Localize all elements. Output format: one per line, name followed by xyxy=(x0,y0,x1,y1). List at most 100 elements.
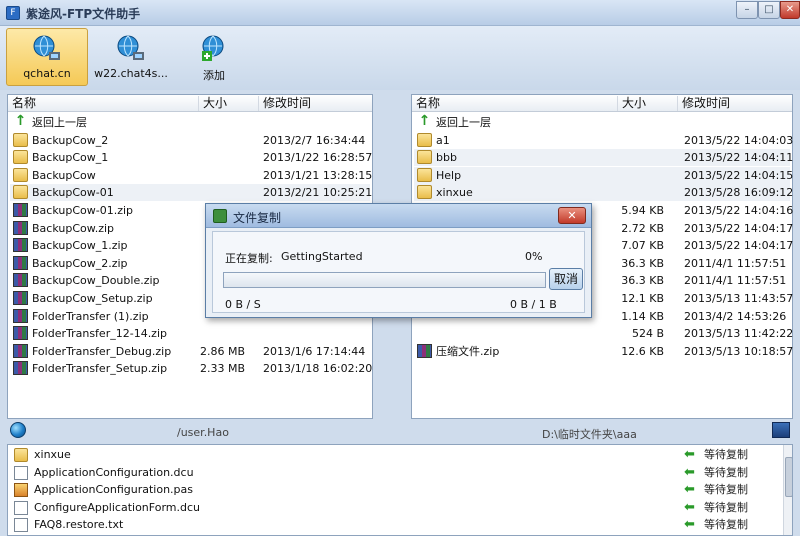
file-time: 2013/5/22 14:04:03 xyxy=(684,133,794,147)
file-row[interactable]: 524 B 2013/5/13 11:42:22 xyxy=(414,325,794,342)
file-copy-dialog: 文件复制 ✕ 正在复制: GettingStartedUsing 0% 取消 0… xyxy=(205,203,592,318)
queue-status: 等待复制 xyxy=(704,483,748,496)
file-time: 2013/5/13 11:42:22 xyxy=(684,327,794,341)
file-name: BackupCow-01 xyxy=(32,186,114,200)
go-up-row[interactable]: ↑ 返回上一层 xyxy=(10,114,370,131)
cancel-button[interactable]: 取消 xyxy=(549,268,583,290)
zip-archive-icon xyxy=(13,203,28,217)
up-label: 返回上一层 xyxy=(436,116,491,129)
queue-status: 等待复制 xyxy=(704,448,748,461)
file-time: 2013/5/22 14:04:16 xyxy=(684,204,794,217)
file-icon xyxy=(14,483,28,497)
folder-icon xyxy=(13,132,28,147)
zip-archive-icon xyxy=(13,343,28,358)
up-arrow-icon: ↑ xyxy=(418,113,431,129)
queue-row[interactable]: ApplicationConfiguration.pas ⬅ 等待复制 xyxy=(8,481,778,499)
folder-icon xyxy=(417,132,432,147)
file-size: 12.6 KB xyxy=(621,344,664,358)
remote-column-header: 名称 大小 修改时间 xyxy=(412,95,792,112)
connection-w22-button[interactable]: w22.chat4s... xyxy=(90,28,172,86)
col-size[interactable]: 大小 xyxy=(198,96,258,111)
file-size: 7.07 KB xyxy=(621,239,664,253)
local-path: /user.Hao xyxy=(177,426,229,439)
zip-archive-icon xyxy=(13,255,28,270)
zip-archive-icon xyxy=(13,273,28,288)
col-name[interactable]: 名称 xyxy=(412,96,617,111)
queue-row[interactable]: ApplicationConfiguration.dcu ⬅ 等待复制 xyxy=(8,464,778,482)
file-name: 压缩文件.zip xyxy=(436,344,500,358)
add-connection-button[interactable]: 添加 xyxy=(174,28,254,86)
file-row[interactable]: bbb 2013/5/22 14:04:11 xyxy=(414,149,793,167)
col-size[interactable]: 大小 xyxy=(617,96,677,111)
file-row[interactable]: BackupCow_1 2013/1/22 16:28:57 xyxy=(10,149,373,166)
dialog-close-button[interactable]: ✕ xyxy=(558,207,586,224)
folder-icon xyxy=(13,185,28,200)
file-time: 2013/5/13 10:18:57 xyxy=(684,344,794,358)
file-size: 1.14 KB xyxy=(621,309,664,323)
col-time[interactable]: 修改时间 xyxy=(677,96,792,111)
col-time[interactable]: 修改时间 xyxy=(258,96,372,111)
window-title: 紫途风-FTP文件助手 xyxy=(26,7,141,21)
toolbar: qchat.cn w22.chat4s... 添加 xyxy=(0,26,800,90)
dialog-title-bar: 文件复制 ✕ xyxy=(206,204,591,228)
go-up-row[interactable]: ↑ 返回上一层 xyxy=(414,114,790,131)
minimize-button[interactable]: – xyxy=(736,1,758,19)
file-row[interactable]: Help 2013/5/22 14:04:15 xyxy=(414,166,793,184)
file-row[interactable]: 压缩文件.zip 12.6 KB 2013/5/13 10:18:57 xyxy=(414,343,794,360)
file-time: 2013/1/6 17:14:44 xyxy=(263,344,366,358)
file-row[interactable]: FolderTransfer_Debug.zip 2.86 MB 2013/1/6 … xyxy=(10,343,370,360)
file-name: FolderTransfer_Setup.zip xyxy=(32,362,168,376)
copy-filename: GettingStartedUsing xyxy=(281,250,363,263)
queue-scrollbar[interactable] xyxy=(783,445,792,535)
file-row[interactable]: BackupCow 2013/1/21 13:28:15 xyxy=(10,167,372,184)
file-row[interactable]: FolderTransfer_12-14.zip xyxy=(10,325,370,342)
dialog-title: 文件复制 xyxy=(233,211,282,225)
pending-arrow-icon: ⬅ xyxy=(684,464,695,480)
file-row[interactable]: a1 2013/5/22 14:04:03 xyxy=(414,132,794,149)
file-row[interactable]: FolderTransfer_Setup.zip 2.33 MB 2013/1/18… xyxy=(10,360,372,377)
queue-row[interactable]: xinxue ⬅ 等待复制 xyxy=(8,446,778,464)
connection-label: qchat.cn xyxy=(23,67,71,80)
pending-arrow-icon: ⬅ xyxy=(684,517,695,532)
col-name[interactable]: 名称 xyxy=(8,96,198,111)
file-name: BackupCow_1.zip xyxy=(32,239,128,253)
file-time: 2013/2/7 16:34:44 xyxy=(263,133,366,147)
folder-icon xyxy=(13,167,28,182)
file-name: BackupCow_2 xyxy=(32,133,109,147)
app-icon: F xyxy=(6,6,20,20)
file-time: 2013/4/2 14:53:26 xyxy=(684,309,787,323)
file-row[interactable]: xinxue 2013/5/28 16:09:12 xyxy=(414,184,793,202)
file-row[interactable]: BackupCow_2 2013/2/7 16:34:44 xyxy=(10,132,370,149)
transfer-queue[interactable]: xinxue ⬅ 等待复制 ApplicationConfiguration.dcu ⬅… xyxy=(7,444,793,536)
maximize-button[interactable]: □ xyxy=(758,1,780,19)
local-column-header: 名称 大小 修改时间 xyxy=(8,95,372,112)
file-size: 2.86 MB xyxy=(199,344,245,358)
file-name: a1 xyxy=(436,133,450,147)
up-label: 返回上一层 xyxy=(32,116,87,129)
file-time: 2013/5/22 14:04:17 xyxy=(684,221,794,235)
dialog-body: 正在复制: GettingStartedUsing 0% 取消 0 B / S … xyxy=(212,231,585,313)
zip-archive-icon xyxy=(13,220,28,235)
file-name: FolderTransfer_12-14.zip xyxy=(32,327,167,341)
zip-archive-icon xyxy=(13,291,28,305)
queue-row[interactable]: FAQ8.restore.txt ⬅ 等待复制 xyxy=(8,516,778,534)
file-row[interactable]: BackupCow-01 2013/2/21 10:25:21 xyxy=(10,184,372,202)
queue-file-name: xinxue xyxy=(34,448,71,461)
file-time: 2013/1/22 16:28:57 xyxy=(263,151,373,165)
close-button[interactable]: ✕ xyxy=(780,1,800,19)
path-bar: /user.Hao D:\临时文件夹\aaa xyxy=(7,422,793,442)
connection-qchat-button[interactable]: qchat.cn xyxy=(6,28,88,86)
file-size: 5.94 KB xyxy=(621,204,664,217)
file-size: 12.1 KB xyxy=(621,292,664,305)
folder-icon xyxy=(13,150,28,165)
folder-icon xyxy=(417,150,432,165)
transfer-bytes: 0 B / 1 B xyxy=(510,298,557,311)
file-name: BackupCow_1 xyxy=(32,151,109,165)
queue-row[interactable]: ConfigureApplicationForm.dcu ⬅ 等待复制 xyxy=(8,499,778,517)
pending-arrow-icon: ⬅ xyxy=(684,447,695,462)
queue-file-name: ApplicationConfiguration.dcu xyxy=(34,465,194,479)
file-time: 2011/4/1 11:57:51 xyxy=(684,256,787,270)
queue-file-name: ConfigureApplicationForm.dcu xyxy=(34,500,200,514)
copy-icon xyxy=(213,209,227,223)
scroll-thumb[interactable] xyxy=(785,457,792,497)
